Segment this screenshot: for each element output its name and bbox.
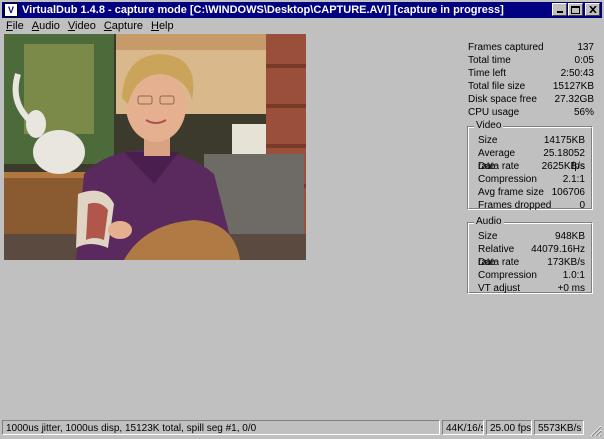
video-stat-row: Data rate 2625KB/s [478, 160, 585, 173]
stat-value: 137 [577, 42, 594, 53]
maximize-button[interactable] [568, 3, 583, 16]
audio-stat-row: Compression 1.0:1 [478, 269, 585, 282]
status-fps: 25.00 fps [486, 420, 532, 435]
stat-value: 15127KB [552, 81, 594, 92]
menu-audio[interactable]: Audio [28, 19, 64, 33]
stat-label: VT adjust [478, 283, 521, 294]
stat-frames-captured: Frames captured 137 [468, 41, 594, 54]
status-bar: 1000us jitter, 1000us disp, 15123K total… [2, 420, 602, 437]
menu-video-mnemonic: V [67, 20, 76, 32]
stat-value: 44079.16Hz [531, 244, 585, 255]
status-main: 1000us jitter, 1000us disp, 15123K total… [2, 420, 440, 435]
menu-capture-label: apture [111, 20, 143, 32]
menu-video[interactable]: Video [64, 19, 100, 33]
stat-value: 0 [579, 200, 585, 211]
menu-help[interactable]: Help [147, 19, 178, 33]
stat-label: Size [478, 135, 498, 146]
minimize-button[interactable] [552, 3, 567, 16]
menu-help-label: elp [158, 20, 174, 32]
stat-total-time: Total time 0:05 [468, 54, 594, 67]
video-group-rows: Size 14175KB Average rate 25.18052 fps Dat… [478, 134, 585, 212]
video-stat-row: Avg frame size 106706 [478, 186, 585, 199]
stat-value: 0:05 [574, 55, 594, 66]
close-icon [588, 6, 597, 13]
video-preview [4, 34, 306, 260]
stat-label: Size [478, 231, 498, 242]
audio-stat-row: VT adjust +0 ms [478, 282, 585, 295]
stat-value: 1.0:1 [562, 270, 585, 281]
stat-label: Average rate [478, 148, 516, 172]
title-bar[interactable]: V VirtualDub 1.4.8 - capture mode [C:\WI… [2, 2, 602, 18]
menu-help-mnemonic: H [150, 20, 159, 32]
status-audio-format: 44K/16/s [442, 420, 484, 435]
stat-cpu-usage: CPU usage 56% [468, 106, 594, 119]
stat-time-left: Time left 2:50:43 [468, 67, 594, 80]
video-stats-group: Video Size 14175KB Average rate 25.18052 f… [467, 120, 593, 212]
window-controls [551, 3, 600, 16]
menu-file-mnemonic: F [6, 20, 13, 32]
audio-stat-row: Data rate 173KB/s [478, 256, 585, 269]
stat-label: CPU usage [468, 107, 520, 118]
virtualdub-app-icon[interactable]: V [4, 3, 18, 17]
stat-label: Frames captured [468, 42, 544, 53]
stat-value: 2:50:43 [560, 68, 594, 79]
stat-value: 106706 [551, 187, 585, 198]
stat-label: Time left [468, 68, 506, 79]
stat-value: 948KB [554, 231, 585, 242]
stat-label: Total time [468, 55, 511, 66]
audio-group-rows: Size 948KB Relative rate 44079.16Hz Data r… [478, 230, 585, 295]
stat-label: Compression [478, 270, 537, 281]
status-data-rate: 5573KB/s [534, 420, 584, 435]
stat-label: Compression [478, 174, 537, 185]
minimize-icon [556, 11, 563, 13]
close-button[interactable] [585, 3, 600, 16]
resize-grip-icon[interactable] [590, 425, 602, 437]
menu-video-label: ideo [75, 20, 96, 32]
video-stat-row: Compression 2.1:1 [478, 173, 585, 186]
video-frame-image [4, 34, 306, 260]
stat-label: Disk space free [468, 94, 537, 105]
stat-label: Total file size [468, 81, 526, 92]
menu-bar: File Audio Video Capture Help [2, 19, 178, 33]
stat-value: 27.32GB [554, 94, 594, 105]
stat-disk-space-free: Disk space free 27.32GB [468, 93, 594, 106]
stat-value: 173KB/s [547, 257, 585, 268]
menu-audio-label: udio [39, 20, 60, 32]
menu-file[interactable]: File [2, 19, 28, 33]
menu-capture-mnemonic: C [103, 20, 112, 32]
menu-file-label: ile [12, 20, 24, 32]
audio-stats-group: Audio Size 948KB Relative rate 44079.16Hz … [467, 216, 593, 295]
menu-capture[interactable]: Capture [100, 19, 147, 33]
audio-stat-row: Relative rate 44079.16Hz [478, 243, 585, 268]
capture-stats-panel: Frames captured 137 Total time 0:05 Time l… [468, 41, 594, 119]
stat-value: 56% [573, 107, 594, 118]
video-stat-row: Frames dropped 0 [478, 199, 585, 212]
stat-value: 2625KB/s [541, 161, 585, 172]
stat-value: 25.18052 fps [543, 148, 585, 172]
video-stat-row: Size 14175KB [478, 134, 585, 147]
stat-label: Data rate [478, 257, 520, 268]
stat-value: +0 ms [557, 283, 585, 294]
menu-audio-mnemonic: A [31, 20, 40, 32]
stat-label: Avg frame size [478, 187, 544, 198]
audio-group-title: Audio [474, 216, 504, 228]
window-title: VirtualDub 1.4.8 - capture mode [C:\WIND… [22, 4, 504, 16]
stat-label: Relative rate [478, 244, 515, 268]
stat-value: 2.1:1 [562, 174, 585, 185]
stat-label: Frames dropped [478, 200, 552, 211]
maximize-icon [571, 5, 580, 14]
virtualdub-window: V VirtualDub 1.4.8 - capture mode [C:\WI… [0, 0, 604, 439]
video-group-title: Video [474, 120, 504, 132]
video-stat-row: Average rate 25.18052 fps [478, 147, 585, 172]
stat-total-file-size: Total file size 15127KB [468, 80, 594, 93]
stat-label: Data rate [478, 161, 520, 172]
stat-value: 14175KB [543, 135, 585, 146]
audio-stat-row: Size 948KB [478, 230, 585, 243]
